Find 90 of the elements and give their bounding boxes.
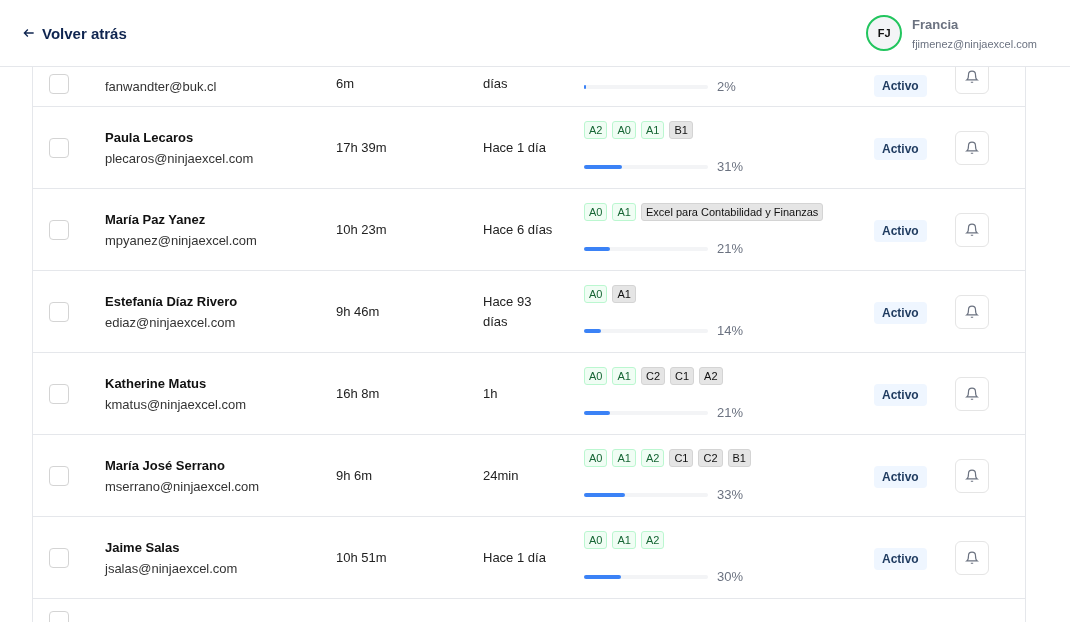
user-avatar[interactable]: FJ — [866, 15, 903, 51]
course-tag: A1 — [612, 367, 636, 385]
course-tag: B1 — [727, 449, 751, 467]
student-email: ediaz@ninjaexcel.com — [105, 314, 237, 330]
last-activity: 24min — [483, 466, 520, 485]
row-checkbox[interactable] — [49, 74, 69, 94]
course-tag: A2 — [640, 531, 665, 549]
course-tag: A1 — [640, 121, 665, 139]
course-tag: A0 — [584, 203, 608, 221]
time-spent: 9h 46m — [336, 302, 381, 321]
course-tag: C1 — [670, 367, 695, 385]
row-checkbox[interactable] — [49, 301, 69, 322]
progress-percent: 21% — [717, 405, 744, 420]
user-email: fjimenez@ninjaexcel.com — [912, 37, 1037, 50]
student-name: Jaime Salas — [105, 539, 181, 555]
last-activity: 1h — [483, 384, 499, 403]
row-checkbox[interactable] — [49, 219, 69, 240]
course-tag: A0 — [584, 367, 608, 385]
bell-icon — [965, 304, 979, 319]
student-email: fanwandter@buk.cl — [105, 79, 218, 94]
notify-button[interactable] — [955, 458, 989, 493]
status-badge: Activo — [874, 219, 927, 242]
status-badge: Activo — [874, 301, 927, 324]
last-activity: Hace 93 días — [483, 292, 533, 331]
status-badge: Activo — [874, 547, 927, 570]
status-badge: Activo — [874, 465, 927, 488]
notify-button[interactable] — [955, 294, 989, 329]
progress-percent: 2% — [717, 79, 736, 94]
course-tag: A0 — [584, 531, 608, 549]
time-spent: 9h 6m — [336, 466, 374, 485]
bell-icon — [965, 140, 979, 155]
course-tag: C2 — [698, 449, 723, 467]
course-tag: A0 — [612, 121, 636, 139]
course-tag: A0 — [584, 285, 608, 303]
notify-button[interactable] — [955, 212, 989, 247]
course-tag: C2 — [640, 367, 665, 385]
progress-percent: 14% — [717, 323, 744, 338]
progress-percent: 21% — [717, 241, 744, 256]
user-name: Francia — [912, 16, 960, 32]
course-tag: A2 — [584, 121, 608, 139]
row-checkbox[interactable] — [49, 383, 69, 404]
course-tag: A1 — [612, 203, 636, 221]
progress-percent: 31% — [717, 159, 744, 174]
status-badge: Activo — [874, 137, 927, 160]
notify-button[interactable] — [955, 376, 989, 411]
notify-button[interactable] — [955, 540, 989, 575]
last-activity: Hace 1 día — [483, 548, 547, 567]
course-tag: A1 — [612, 531, 636, 549]
time-spent: 10h 51m — [336, 548, 388, 567]
time-spent: 6m — [336, 75, 356, 93]
bell-icon — [965, 468, 979, 483]
last-activity: Hace 6 días — [483, 220, 553, 239]
student-email: mpyanez@ninjaexcel.com — [105, 232, 258, 248]
bell-icon — [965, 222, 979, 237]
course-tag: A2 — [699, 367, 723, 385]
course-tag: Excel para Contabilidad y Finanzas — [640, 203, 824, 221]
student-name: Paula Lecaros — [105, 129, 195, 145]
bell-icon — [965, 386, 979, 401]
last-activity: Hace 1 día — [483, 138, 547, 157]
student-email: plecaros@ninjaexcel.com — [105, 150, 255, 166]
student-name: María Paz Yanez — [105, 211, 207, 227]
course-tag: A1 — [612, 449, 636, 467]
row-checkbox[interactable] — [49, 465, 69, 486]
student-name: Katherine Matus — [105, 375, 208, 391]
student-email: kmatus@ninjaexcel.com — [105, 396, 248, 412]
course-tag: A1 — [612, 285, 636, 303]
course-tag: C1 — [669, 449, 694, 467]
student-name: Estefanía Díaz Rivero — [105, 293, 239, 309]
row-checkbox[interactable] — [49, 547, 69, 568]
course-tag: B1 — [669, 121, 693, 139]
notify-button[interactable] — [955, 67, 989, 94]
course-tag: A2 — [640, 449, 665, 467]
last-activity: días — [483, 75, 509, 93]
time-spent: 10h 23m — [336, 220, 388, 239]
student-name: María José Serrano — [105, 457, 226, 473]
status-badge: Activo — [874, 75, 927, 97]
student-email: mserrano@ninjaexcel.com — [105, 478, 261, 494]
notify-button[interactable] — [955, 130, 989, 165]
time-spent: 17h 39m — [336, 138, 388, 157]
row-checkbox[interactable] — [49, 137, 69, 158]
bell-icon — [965, 70, 979, 84]
status-badge: Activo — [874, 383, 927, 406]
arrow-left-icon — [22, 26, 36, 40]
progress-percent: 33% — [717, 487, 744, 502]
progress-percent: 30% — [717, 569, 744, 584]
bell-icon — [965, 550, 979, 565]
student-email: jsalas@ninjaexcel.com — [105, 560, 239, 576]
back-link[interactable]: Volver atrás — [22, 24, 127, 42]
time-spent: 16h 8m — [336, 384, 381, 403]
course-tag: A0 — [584, 449, 608, 467]
